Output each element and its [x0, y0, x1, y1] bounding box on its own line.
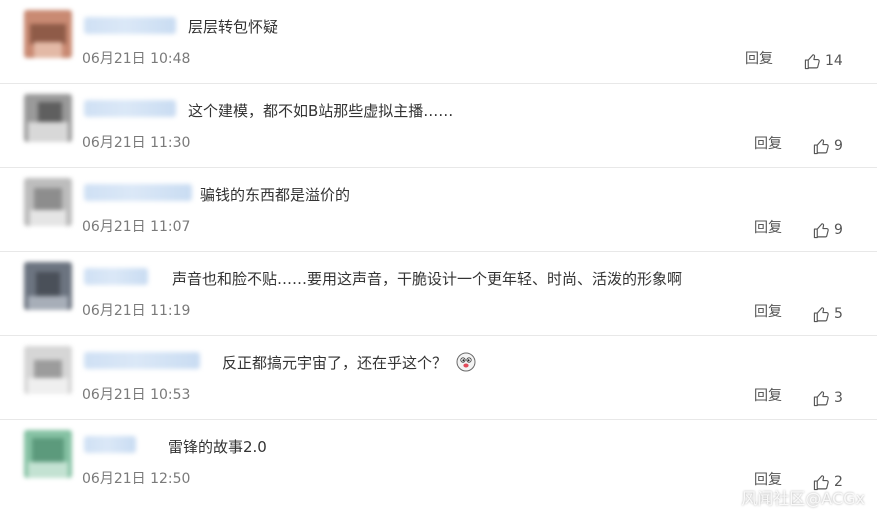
like-count: 9: [834, 138, 843, 154]
like-button[interactable]: 9: [813, 219, 843, 241]
thumbs-up-icon: [813, 222, 829, 238]
like-button[interactable]: 3: [813, 387, 843, 409]
thumbs-up-icon: [813, 390, 829, 406]
thumbs-up-icon: [813, 306, 829, 322]
username[interactable]: [84, 100, 176, 117]
comment-text-content: 反正都搞元宇宙了，还在乎这个？: [222, 354, 448, 372]
avatar[interactable]: [24, 262, 72, 310]
like-count: 5: [834, 306, 843, 322]
comment-text: 层层转包怀疑: [188, 18, 279, 36]
like-count: 3: [834, 390, 843, 406]
comment-timestamp: 06月21日 10:53: [82, 387, 191, 403]
comment-text: 这个建模，都不如B站那些虚拟主播……: [188, 102, 454, 120]
comment-timestamp: 06月21日 11:30: [82, 135, 191, 151]
avatar[interactable]: [24, 10, 72, 58]
doge-emoji-icon: [456, 352, 476, 372]
comment-text: 雷锋的故事2.0: [168, 438, 267, 456]
like-button[interactable]: 5: [813, 303, 843, 325]
comment-timestamp: 06月21日 12:50: [82, 471, 191, 487]
thumbs-up-icon: [813, 138, 829, 154]
comment-item: 骗钱的东西都是溢价的 06月21日 11:07 回复 9: [0, 168, 877, 252]
comment-item: 声音也和脸不贴……要用这声音，干脆设计一个更年轻、时尚、活泼的形象啊 06月21…: [0, 252, 877, 336]
username[interactable]: [84, 184, 192, 201]
like-button[interactable]: 9: [813, 135, 843, 157]
username[interactable]: [84, 436, 136, 453]
avatar[interactable]: [24, 178, 72, 226]
reply-button[interactable]: 回复: [754, 218, 782, 238]
comment-timestamp: 06月21日 11:07: [82, 219, 191, 235]
comment-item: 反正都搞元宇宙了，还在乎这个？ 06月21日 10:53 回复 3: [0, 336, 877, 420]
comment-timestamp: 06月21日 10:48: [82, 51, 191, 67]
avatar[interactable]: [24, 346, 72, 394]
avatar[interactable]: [24, 94, 72, 142]
avatar[interactable]: [24, 430, 72, 478]
comment-timestamp: 06月21日 11:19: [82, 303, 191, 319]
reply-button[interactable]: 回复: [754, 302, 782, 322]
comment-text: 骗钱的东西都是溢价的: [200, 186, 351, 204]
like-count: 9: [834, 222, 843, 238]
comment-item: 这个建模，都不如B站那些虚拟主播…… 06月21日 11:30 回复 9: [0, 84, 877, 168]
thumbs-up-icon: [804, 53, 820, 69]
username[interactable]: [84, 268, 148, 285]
comment-text: 反正都搞元宇宙了，还在乎这个？: [222, 352, 476, 374]
comment-text: 声音也和脸不贴……要用这声音，干脆设计一个更年轻、时尚、活泼的形象啊: [172, 270, 683, 288]
like-count: 14: [825, 53, 843, 69]
username[interactable]: [84, 17, 176, 34]
reply-button[interactable]: 回复: [754, 134, 782, 154]
reply-button[interactable]: 回复: [754, 386, 782, 406]
watermark: 风闻社区@ACGx: [741, 489, 865, 508]
username[interactable]: [84, 352, 200, 369]
comment-item: 层层转包怀疑 06月21日 10:48 回复 14: [0, 0, 877, 84]
like-button[interactable]: 14: [804, 50, 843, 72]
reply-button[interactable]: 回复: [745, 49, 773, 69]
